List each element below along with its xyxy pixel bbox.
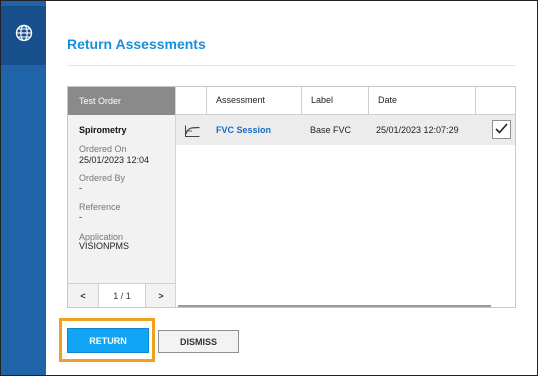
table-header: Assessment Label Date [176, 87, 515, 115]
application-value: VISIONPMS [79, 241, 130, 251]
reference-value: - [79, 212, 82, 222]
row-checkbox[interactable] [492, 120, 511, 139]
table-row[interactable]: FVC Session Base FVC 25/01/2023 12:07:29 [176, 115, 515, 145]
reference-label: Reference [79, 202, 121, 212]
sidebar-globe-button[interactable] [1, 6, 46, 65]
column-header-label[interactable]: Label [301, 87, 368, 114]
test-order-header: Test Order [68, 87, 175, 115]
title-divider [67, 65, 516, 66]
pager-prev-button[interactable]: < [68, 284, 98, 307]
globe-icon [15, 24, 33, 47]
ordered-by-value: - [79, 183, 82, 193]
spirometry-curve-icon [184, 124, 200, 142]
column-header-select [475, 87, 515, 114]
assessment-link[interactable]: FVC Session [216, 115, 271, 145]
assessments-panel: Test Order Spirometry Ordered On 25/01/2… [67, 86, 516, 308]
test-order-panel: Test Order Spirometry Ordered On 25/01/2… [68, 87, 176, 307]
horizontal-scrollbar[interactable] [178, 305, 491, 307]
ordered-on-label: Ordered On [79, 144, 127, 154]
ordered-on-value: 25/01/2023 12:04 [79, 155, 150, 165]
pager-count: 1 / 1 [98, 284, 146, 307]
column-header-assessment[interactable]: Assessment [206, 87, 301, 114]
pager-next-button[interactable]: > [146, 284, 176, 307]
column-header-date[interactable]: Date [368, 87, 475, 114]
dismiss-button[interactable]: DISMISS [158, 330, 239, 353]
page-title: Return Assessments [67, 36, 206, 52]
test-order-name: Spirometry [79, 125, 127, 135]
sidebar [1, 1, 46, 375]
assessment-date: 25/01/2023 12:07:29 [376, 125, 459, 135]
checkmark-icon [495, 121, 508, 139]
pager: < 1 / 1 > [68, 283, 175, 307]
assessment-label: Base FVC [310, 125, 352, 135]
return-button[interactable]: RETURN [67, 328, 149, 353]
ordered-by-label: Ordered By [79, 173, 126, 183]
